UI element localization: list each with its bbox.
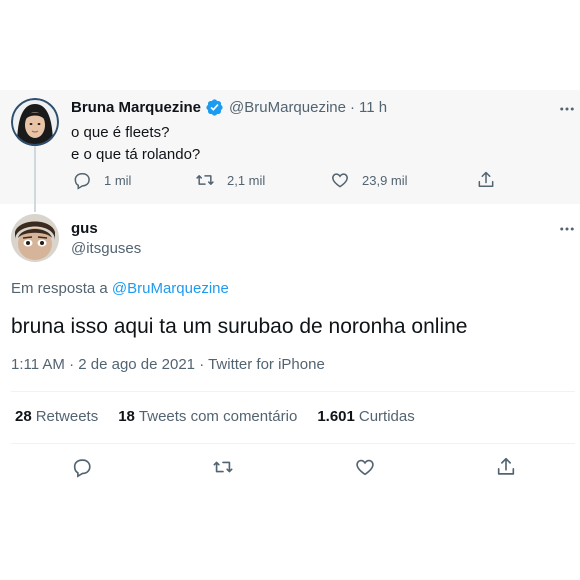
likes-stat[interactable]: 1.601 Curtidas — [317, 408, 414, 425]
divider — [11, 443, 575, 444]
share-icon — [478, 171, 494, 187]
parent-text-line: o que é fleets? — [71, 124, 170, 141]
reply-icon — [73, 459, 91, 478]
divider — [11, 391, 575, 392]
parent-display-name[interactable]: Bruna Marquezine — [71, 99, 201, 116]
verified-badge-icon — [205, 98, 224, 117]
retweet-icon — [213, 461, 233, 473]
replying-to-prefix: Em resposta a — [11, 280, 108, 297]
reply-action-bar — [0, 456, 580, 480]
share-button[interactable] — [495, 456, 519, 480]
reply-tweet-text: bruna isso aqui ta um surubao de noronha… — [11, 315, 468, 338]
stat-count: 1.601 — [317, 408, 355, 425]
separator-dot: · — [349, 99, 355, 116]
replying-to-mention[interactable]: @BruMarquezine — [112, 280, 229, 297]
retweet-button[interactable] — [212, 456, 236, 480]
parent-text-line: e o que tá rolando? — [71, 146, 201, 163]
reply-handle[interactable]: @itsguses — [71, 240, 141, 257]
stat-count: 18 — [118, 408, 135, 425]
retweets-stat[interactable]: 28 Retweets — [15, 408, 98, 425]
like-count: 23,9 mil — [362, 172, 408, 188]
more-options-icon[interactable] — [557, 219, 577, 239]
tweet-stats: 28 Retweets 18 Tweets com comentário 1.601… — [15, 408, 435, 425]
reply-icon — [74, 173, 90, 190]
like-icon — [332, 173, 348, 188]
like-button[interactable] — [354, 456, 378, 480]
more-options-icon[interactable] — [557, 99, 577, 119]
reply-button[interactable] — [71, 456, 95, 480]
share-icon — [497, 457, 515, 475]
parent-action-bar: 1 mil 2,1 mil 23,9 mil — [0, 170, 580, 194]
stat-label: Curtidas — [358, 408, 415, 425]
parent-reply-button[interactable]: 1 mil — [72, 170, 131, 190]
quote-tweets-stat[interactable]: 18 Tweets com comentário — [118, 408, 297, 425]
stat-label: Tweets com comentário — [138, 408, 298, 425]
replying-to-line: Em resposta a @BruMarquezine — [11, 280, 229, 297]
reply-display-name[interactable]: gus — [71, 220, 98, 237]
parent-retweet-button[interactable]: 2,1 mil — [195, 170, 265, 190]
stat-label: Retweets — [35, 408, 99, 425]
parent-header: Bruna Marquezine @BruMarquezine · 11 h — [71, 98, 387, 117]
like-icon — [356, 459, 374, 476]
reply-count: 1 mil — [104, 172, 132, 188]
parent-avatar[interactable] — [11, 98, 59, 146]
parent-handle[interactable]: @BruMarquezine — [229, 99, 346, 116]
retweet-icon — [196, 175, 214, 185]
retweet-count: 2,1 mil — [227, 172, 266, 188]
parent-tweet-text: o que é fleets? e o que tá rolando? — [71, 122, 200, 166]
parent-timestamp[interactable]: 11 h — [359, 99, 387, 116]
parent-share-button[interactable] — [476, 170, 508, 190]
reply-avatar[interactable] — [11, 214, 59, 262]
parent-like-button[interactable]: 23,9 mil — [330, 170, 408, 190]
stat-count: 28 — [15, 408, 32, 425]
tweet-timestamp-source[interactable]: 1:11 AM · 2 de ago de 2021 · Twitter for… — [11, 356, 325, 373]
